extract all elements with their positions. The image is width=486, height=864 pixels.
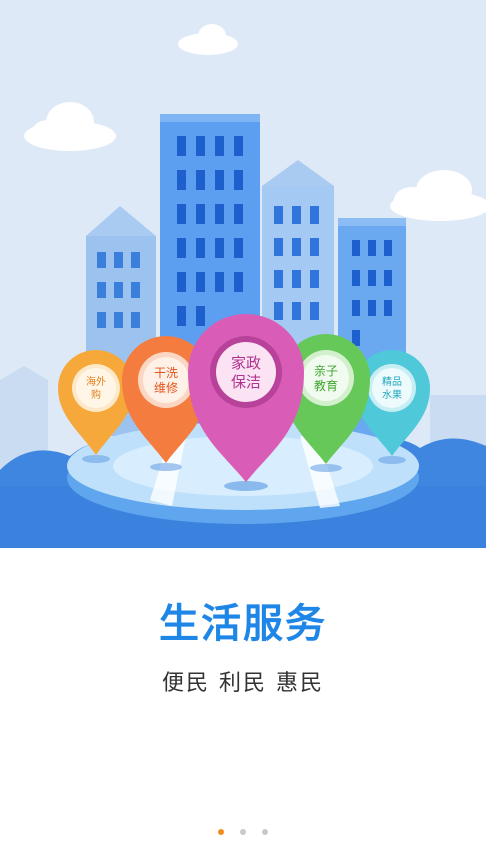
pin-overseas-line2: 购 bbox=[91, 388, 101, 401]
pin-overseas-line1: 海外 bbox=[86, 375, 106, 388]
pin-education-line1: 亲子 bbox=[314, 364, 338, 378]
pin-fruit-line2: 水果 bbox=[382, 389, 402, 401]
pin-laundry-line2: 维修 bbox=[154, 380, 178, 395]
page-title: 生活服务 bbox=[159, 601, 327, 647]
page-dot-3[interactable] bbox=[262, 828, 268, 835]
page-dot-1[interactable] bbox=[218, 828, 224, 835]
hero-illustration: 海外 购 干洗 维修 精品 水果 亲子 教育 家政 保洁 bbox=[0, 0, 486, 548]
pin-education-line2: 教育 bbox=[314, 378, 338, 393]
page-subtitle: 便民 利民 惠民 bbox=[162, 671, 324, 696]
pin-housekeeping-line2: 保洁 bbox=[231, 373, 261, 391]
pin-fruit-line1: 精品 bbox=[382, 375, 402, 388]
pin-housekeeping-line1: 家政 bbox=[231, 354, 261, 372]
pin-laundry-line1: 干洗 bbox=[154, 366, 178, 380]
page-dot-2[interactable] bbox=[240, 828, 246, 835]
page-indicator bbox=[0, 821, 486, 835]
city-services-illustration: 海外 购 干洗 维修 精品 水果 亲子 教育 家政 保洁 bbox=[0, 0, 486, 548]
